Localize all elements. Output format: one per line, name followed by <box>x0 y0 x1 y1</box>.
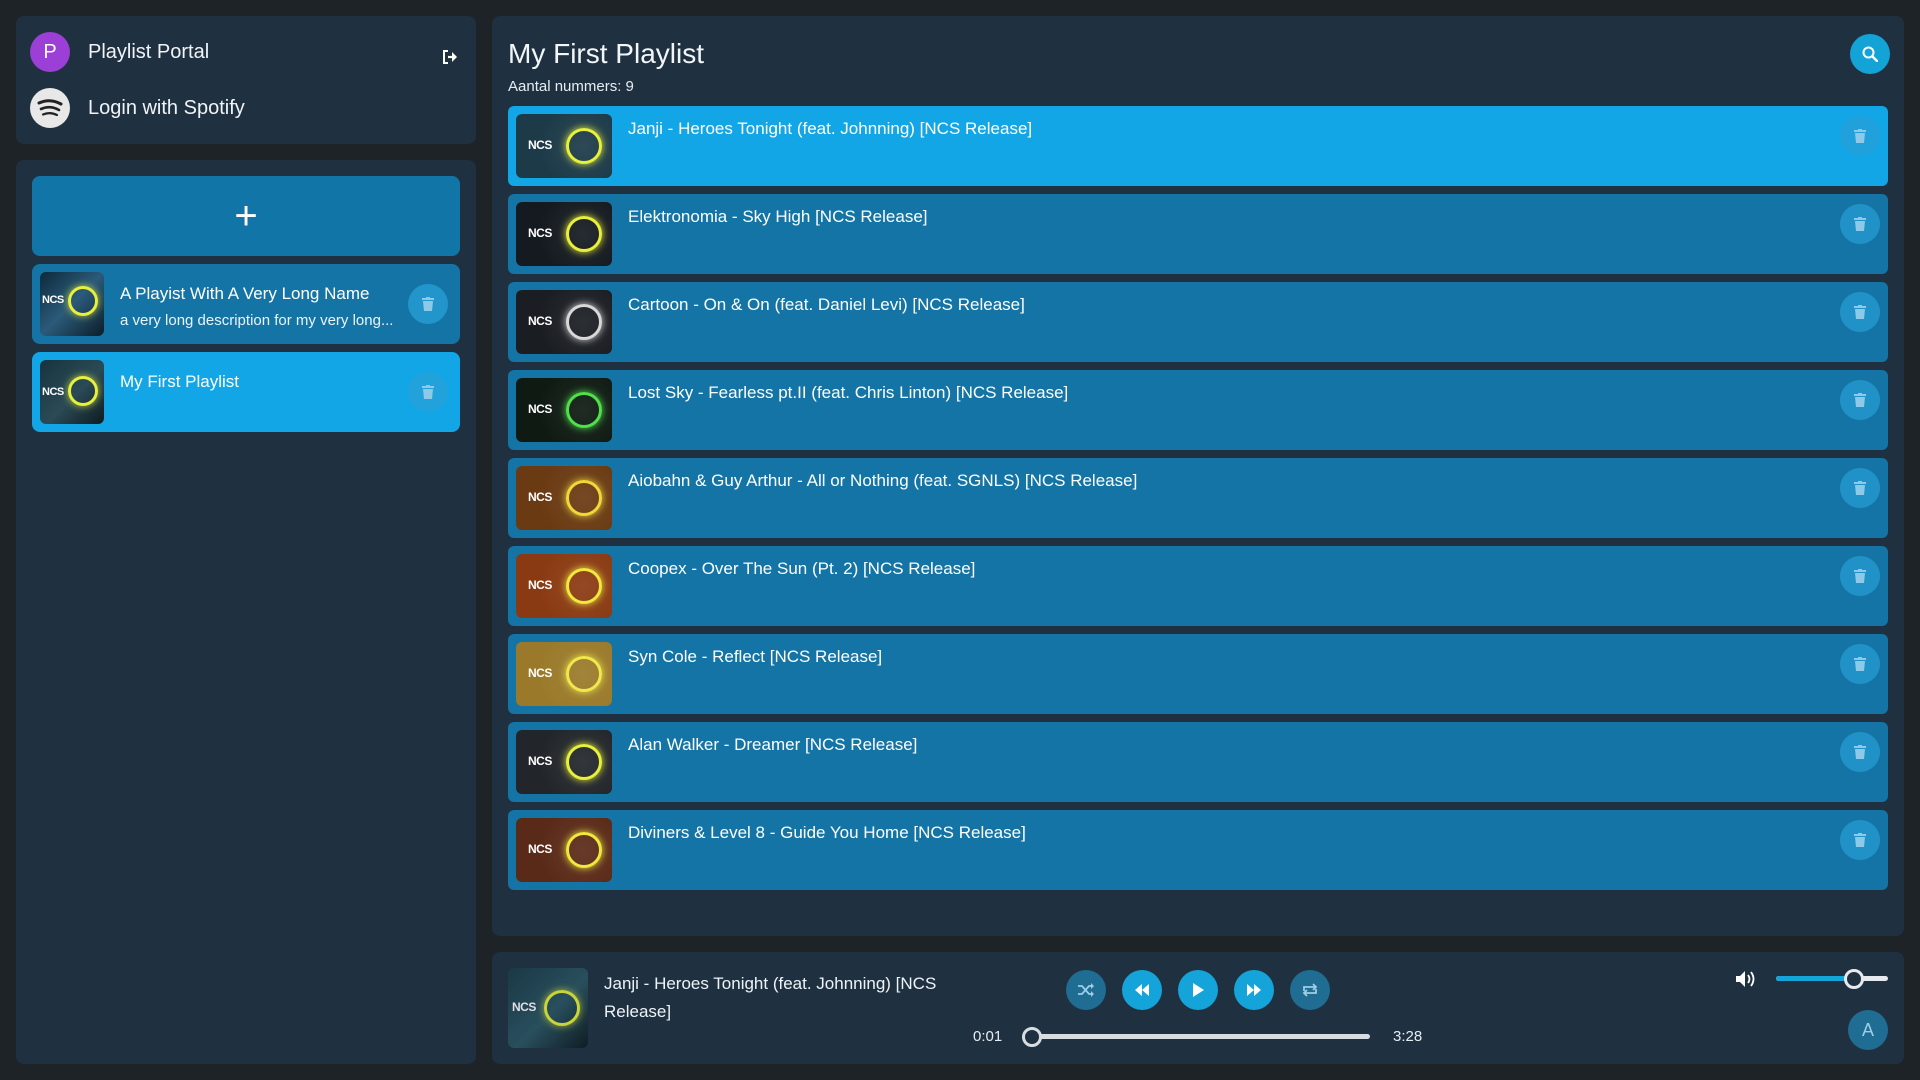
add-playlist-button[interactable]: + <box>32 176 460 256</box>
track-thumbnail: NCS <box>516 642 612 706</box>
rewind-icon <box>1135 984 1149 996</box>
track-thumbnail: NCS <box>516 290 612 354</box>
delete-track-button[interactable] <box>1840 556 1880 596</box>
now-playing-title: Janji - Heroes Tonight (feat. Johnning) … <box>604 974 937 1021</box>
trash-icon <box>1854 481 1866 495</box>
volume-handle[interactable] <box>1844 969 1865 989</box>
delete-track-button[interactable] <box>1840 380 1880 420</box>
trash-icon <box>1854 305 1866 319</box>
spotify-icon <box>30 88 70 128</box>
logout-button[interactable] <box>440 46 462 68</box>
delete-track-button[interactable] <box>1840 644 1880 684</box>
trash-icon <box>1854 833 1866 847</box>
search-button[interactable] <box>1850 34 1890 74</box>
track-title: Coopex - Over The Sun (Pt. 2) [NCS Relea… <box>628 559 976 578</box>
delete-playlist-button[interactable] <box>408 284 448 324</box>
progress-slider[interactable] <box>1021 1027 1370 1047</box>
duration: 3:28 <box>1393 1028 1423 1045</box>
playlist-item[interactable]: NCS My First Playlist <box>32 352 460 432</box>
track-thumbnail: NCS <box>516 114 612 178</box>
track-thumbnail: NCS <box>516 378 612 442</box>
repeat-button[interactable] <box>1290 970 1330 1010</box>
current-time: 0:01 <box>973 1028 1003 1045</box>
track-title: Janji - Heroes Tonight (feat. Johnning) … <box>628 119 1033 138</box>
delete-track-button[interactable] <box>1840 468 1880 508</box>
trash-icon <box>1854 393 1866 407</box>
track-thumbnail: NCS <box>516 202 612 266</box>
trash-icon <box>1854 129 1866 143</box>
track-row[interactable]: NCS Alan Walker - Dreamer [NCS Release] <box>508 722 1888 802</box>
user-name: Playlist Portal <box>88 40 210 63</box>
track-title: Lost Sky - Fearless pt.II (feat. Chris L… <box>628 383 1069 402</box>
track-thumbnail: NCS <box>516 818 612 882</box>
delete-track-button[interactable] <box>1840 204 1880 244</box>
delete-track-button[interactable] <box>1840 116 1880 156</box>
now-playing-thumbnail: NCS <box>508 968 588 1048</box>
spotify-login-button[interactable]: Login with Spotify <box>30 88 245 128</box>
page-title: My First Playlist <box>508 38 704 69</box>
playlist-thumbnail: NCS <box>40 272 104 336</box>
track-title: Cartoon - On & On (feat. Daniel Levi) [N… <box>628 295 1025 314</box>
trash-icon <box>1854 217 1866 231</box>
track-thumbnail: NCS <box>516 466 612 530</box>
user-row: P Playlist Portal <box>30 32 209 72</box>
logout-icon <box>443 50 457 64</box>
trash-icon <box>422 297 434 311</box>
delete-playlist-button[interactable] <box>408 372 448 412</box>
track-row[interactable]: NCS Cartoon - On & On (feat. Daniel Levi)… <box>508 282 1888 362</box>
track-row[interactable]: NCS Coopex - Over The Sun (Pt. 2) [NCS Re… <box>508 546 1888 626</box>
app-root: P Playlist Portal Login with Spotify + N… <box>0 0 1920 1080</box>
track-title: Alan Walker - Dreamer [NCS Release] <box>628 735 918 754</box>
plus-icon: + <box>234 194 258 238</box>
track-row[interactable]: NCS Janji - Heroes Tonight (feat. Johnnin… <box>508 106 1888 186</box>
volume-icon <box>1736 971 1755 987</box>
trash-icon <box>422 385 434 399</box>
track-thumbnail: NCS <box>516 554 612 618</box>
search-icon <box>1862 46 1878 62</box>
play-icon <box>1193 983 1204 997</box>
track-title: Syn Cole - Reflect [NCS Release] <box>628 647 883 666</box>
playlist-title: My First Playlist <box>120 372 239 391</box>
playlist-thumbnail: NCS <box>40 360 104 424</box>
playlist-item[interactable]: NCS A Playist With A Very Long Name a ve… <box>32 264 460 344</box>
spotify-login-label: Login with Spotify <box>88 96 245 119</box>
track-row[interactable]: NCS Aiobahn & Guy Arthur - All or Nothing… <box>508 458 1888 538</box>
player-bar: NCS Janji - Heroes Tonight (feat. Johnni… <box>492 952 1904 1064</box>
progress-handle[interactable] <box>1021 1027 1042 1047</box>
trash-icon <box>1854 657 1866 671</box>
track-row[interactable]: NCS Elektronomia - Sky High [NCS Release] <box>508 194 1888 274</box>
avatar: P <box>30 32 70 72</box>
track-thumbnail: NCS <box>516 730 612 794</box>
trash-icon <box>1854 569 1866 583</box>
playlists-panel: + NCS A Playist With A Very Long Name a … <box>16 160 476 1064</box>
shuffle-icon <box>1078 983 1094 997</box>
playlist-title: A Playist With A Very Long Name <box>120 284 370 303</box>
track-title: Diviners & Level 8 - Guide You Home [NCS… <box>628 823 1026 842</box>
track-count: Aantal nummers: 9 <box>508 78 634 95</box>
track-row[interactable]: NCS Lost Sky - Fearless pt.II (feat. Chri… <box>508 370 1888 450</box>
delete-track-button[interactable] <box>1840 820 1880 860</box>
playlist-detail-panel: My First Playlist Aantal nummers: 9 NCS J… <box>492 16 1904 936</box>
fast-forward-icon <box>1247 984 1261 996</box>
track-title: Aiobahn & Guy Arthur - All or Nothing (f… <box>628 471 1138 490</box>
delete-track-button[interactable] <box>1840 732 1880 772</box>
rewind-button[interactable] <box>1122 970 1162 1010</box>
fast-forward-button[interactable] <box>1234 970 1274 1010</box>
mode-button[interactable]: A <box>1848 1010 1888 1050</box>
volume-button[interactable] <box>1734 968 1758 990</box>
user-panel: P Playlist Portal Login with Spotify <box>16 16 476 144</box>
trash-icon <box>1854 745 1866 759</box>
track-title: Elektronomia - Sky High [NCS Release] <box>628 207 928 226</box>
play-button[interactable] <box>1178 970 1218 1010</box>
track-row[interactable]: NCS Diviners & Level 8 - Guide You Home [… <box>508 810 1888 890</box>
delete-track-button[interactable] <box>1840 292 1880 332</box>
volume-fill <box>1776 976 1855 981</box>
shuffle-button[interactable] <box>1066 970 1106 1010</box>
track-row[interactable]: NCS Syn Cole - Reflect [NCS Release] <box>508 634 1888 714</box>
volume-slider[interactable] <box>1776 969 1888 989</box>
playlist-description: a very long description for my very long… <box>120 312 394 329</box>
repeat-icon <box>1302 983 1318 997</box>
